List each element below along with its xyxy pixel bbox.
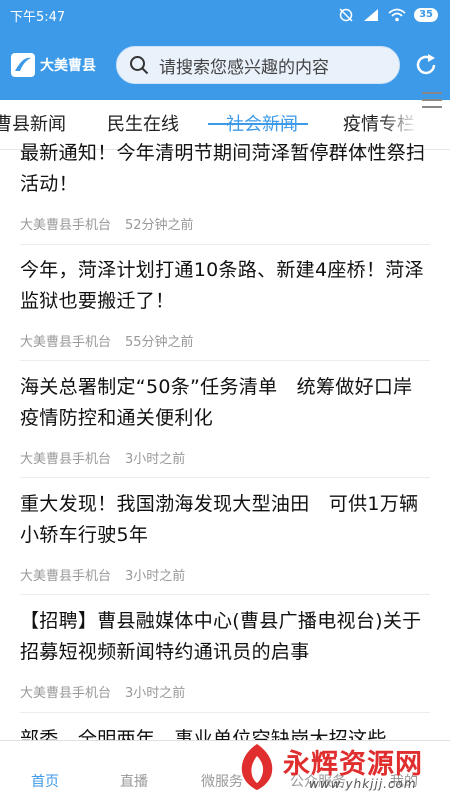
news-source: 大美曹县手机台 bbox=[20, 569, 112, 584]
news-meta: 大美曹县手机台 3小时之前 bbox=[20, 565, 430, 584]
news-title: 今年，菏泽计划打通10条路、新建4座桥！菏泽监狱也要搬迁了！ bbox=[20, 259, 424, 312]
news-title: 【招聘】曹县融媒体中心(曹县广播电视台)关于招募短视频新闻特约通讯员的启事 bbox=[20, 610, 422, 663]
divider bbox=[20, 594, 430, 595]
news-item[interactable]: 重大发现！我国渤海发现大型油田 可供1万辆小轿车行驶5年 大美曹县手机台 3小时… bbox=[0, 489, 450, 584]
top-bar: 下午5:47 35 大美曹县 请搜索您感兴趣的内容 bbox=[0, 0, 450, 100]
news-title: 最新通知！今年清明节期间菏泽暂停群体性祭扫活动！ bbox=[20, 142, 426, 195]
watermark: 永辉资源网 www.yhkjjj.com bbox=[235, 740, 450, 800]
news-meta: 大美曹县手机台 3小时之前 bbox=[20, 682, 430, 701]
news-item[interactable]: 最新通知！今年清明节期间菏泽暂停群体性祭扫活动！ 大美曹县手机台 52分钟之前 bbox=[0, 138, 450, 233]
status-time: 下午5:47 bbox=[10, 9, 66, 25]
active-tab-indicator bbox=[208, 123, 308, 125]
news-item[interactable]: 今年，菏泽计划打通10条路、新建4座桥！菏泽监狱也要搬迁了！ 大美曹县手机台 5… bbox=[0, 255, 450, 350]
watermark-logo-icon bbox=[241, 744, 273, 790]
news-time: 3小时之前 bbox=[125, 569, 186, 584]
refresh-icon[interactable] bbox=[412, 51, 440, 79]
nav-home[interactable]: 首页 bbox=[31, 771, 59, 791]
divider bbox=[20, 477, 430, 478]
nav-live[interactable]: 直播 bbox=[120, 771, 148, 791]
news-source: 大美曹县手机台 bbox=[20, 452, 112, 467]
news-item[interactable]: 海关总署制定“50条”任务清单 统筹做好口岸疫情防控和通关便利化 大美曹县手机台… bbox=[0, 372, 450, 467]
divider bbox=[20, 360, 430, 361]
app-header: 大美曹县 请搜索您感兴趣的内容 bbox=[0, 30, 450, 100]
search-icon bbox=[130, 56, 149, 75]
app-logo: 大美曹县 bbox=[10, 52, 110, 78]
divider bbox=[20, 712, 430, 713]
watermark-title: 永辉资源网 bbox=[283, 749, 423, 780]
news-title: 海关总署制定“50条”任务清单 统筹做好口岸疫情防控和通关便利化 bbox=[20, 376, 413, 429]
logo-text: 大美曹县 bbox=[40, 58, 96, 74]
watermark-url: www.yhkjjj.com bbox=[309, 777, 417, 791]
wifi-icon bbox=[388, 8, 406, 22]
search-placeholder: 请搜索您感兴趣的内容 bbox=[159, 57, 329, 78]
news-time: 3小时之前 bbox=[125, 452, 186, 467]
news-title: 重大发现！我国渤海发现大型油田 可供1万辆小轿车行驶5年 bbox=[20, 493, 419, 546]
news-source: 大美曹县手机台 bbox=[20, 335, 112, 350]
news-source: 大美曹县手机台 bbox=[20, 686, 112, 701]
status-bar: 下午5:47 35 bbox=[0, 0, 450, 30]
news-meta: 大美曹县手机台 3小时之前 bbox=[20, 448, 430, 467]
news-item[interactable]: 【招聘】曹县融媒体中心(曹县广播电视台)关于招募短视频新闻特约通讯员的启事 大美… bbox=[0, 606, 450, 701]
news-meta: 大美曹县手机台 52分钟之前 bbox=[20, 214, 430, 233]
logo-icon bbox=[11, 53, 35, 77]
news-source: 大美曹县手机台 bbox=[20, 218, 112, 233]
news-time: 3小时之前 bbox=[125, 686, 186, 701]
search-input[interactable]: 请搜索您感兴趣的内容 bbox=[116, 46, 400, 84]
divider bbox=[20, 244, 430, 245]
news-meta: 大美曹县手机台 55分钟之前 bbox=[20, 331, 430, 350]
menu-icon[interactable] bbox=[420, 90, 444, 110]
status-icons: 35 bbox=[338, 7, 438, 23]
news-time: 52分钟之前 bbox=[125, 218, 194, 233]
battery-indicator: 35 bbox=[414, 8, 438, 22]
mute-alarm-icon bbox=[339, 8, 353, 22]
signal-icon bbox=[364, 9, 379, 21]
news-time: 55分钟之前 bbox=[125, 335, 194, 350]
